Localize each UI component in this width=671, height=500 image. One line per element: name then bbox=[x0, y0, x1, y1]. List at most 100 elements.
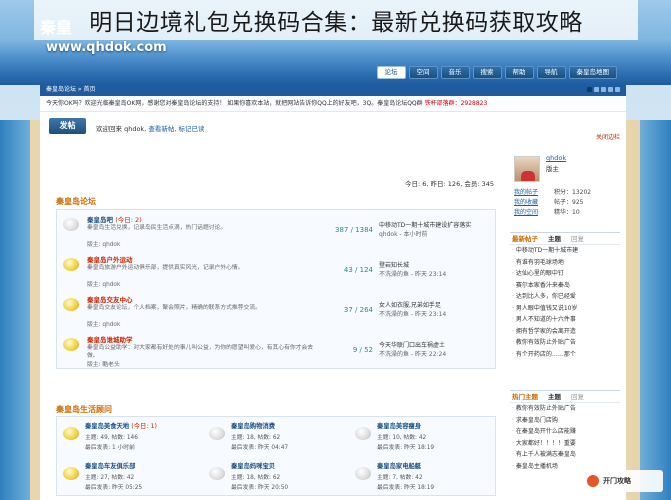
nav-item[interactable]: 音乐 bbox=[440, 66, 470, 79]
sub-forum-last: 最后发表: 昨天 20:50 bbox=[231, 485, 289, 491]
user-points: 积分：13202 bbox=[554, 189, 592, 196]
side-list-item[interactable]: 在秦皇岛开什么店能赚 bbox=[512, 426, 620, 438]
user-links: 我的帖子 我的收藏 我的空间 bbox=[514, 188, 538, 218]
site-url[interactable]: www.qhdok.com bbox=[46, 40, 167, 55]
section-title-life[interactable]: 秦皇岛生活顾问 bbox=[56, 404, 112, 415]
avatar[interactable] bbox=[514, 156, 540, 182]
sub-forum-grid: 秦皇岛美食天地 (今日: 1) 主题: 49, 帖数: 146 最后发表: 1 小时… bbox=[56, 416, 496, 496]
latest-posts-header: 最新帖子 主题 回复 bbox=[510, 233, 620, 245]
side-list-item[interactable]: 达到比人多，你已经爱 bbox=[512, 291, 620, 303]
hot-topics-header: 热门主题 主题 回复 bbox=[510, 391, 620, 403]
forum-status-icon bbox=[63, 427, 79, 440]
side-list-item[interactable]: 有谁有羽毛球场地 bbox=[512, 257, 620, 269]
forum-status-icon bbox=[209, 427, 225, 440]
sub-forum-item[interactable]: 秦皇岛家电船艇 主题: 7, 帖数: 42 最后发表: 昨天 18:19 bbox=[349, 457, 489, 497]
tab-hot-replies[interactable]: 回复 bbox=[571, 391, 584, 402]
sub-forum-last: 最后发表: 昨天 18:19 bbox=[377, 445, 435, 451]
sub-forum-topics: 主题: 27, 帖数: 42 bbox=[85, 475, 135, 481]
nav-item[interactable]: 导航 bbox=[536, 66, 566, 79]
post-button[interactable]: 发帖 bbox=[49, 118, 86, 134]
sub-forum-item[interactable]: 秦皇岛妈咪宝贝 主题: 18, 帖数: 62 最后发表: 昨天 20:50 bbox=[203, 457, 343, 497]
side-list-item[interactable]: 中移动TD一期十城市建 bbox=[512, 245, 620, 257]
nav-item[interactable]: 搜索 bbox=[472, 66, 502, 79]
side-list-item[interactable]: 赛尔本家香汁来秦岛 bbox=[512, 280, 620, 292]
nav-item[interactable]: 空间 bbox=[408, 66, 438, 79]
close-sidebar-link[interactable]: 关闭边栏 bbox=[596, 132, 620, 141]
forum-page: 今天你OK吗？欢迎光临秦皇岛OK网，感谢您对秦皇岛论坛的支持！ 如果你喜欢本站，… bbox=[40, 96, 626, 500]
side-list-item[interactable]: 求秦皇岛门店购 bbox=[512, 415, 620, 427]
forum-status-icon bbox=[63, 338, 79, 351]
sub-forum-last: 最后发表: 昨天 18:19 bbox=[377, 485, 435, 491]
sub-forum-item[interactable]: 秦皇岛美食天地 (今日: 1) 主题: 49, 帖数: 146 最后发表: 1 小时… bbox=[57, 417, 197, 457]
sub-forum-topics: 主题: 18, 帖数: 62 bbox=[231, 435, 281, 441]
sub-forum-name: 秦皇岛美食天地 (今日: 1) bbox=[85, 423, 157, 430]
forum-name[interactable]: 秦皇岛户外运动 bbox=[87, 254, 133, 264]
forum-row: 秦皇岛户外运动 秦皇岛旅游户外运动俱乐部，提供真实风光，记录户外心情。 版主: q… bbox=[57, 250, 497, 290]
user-stats: 积分：13202 帖子：925 精华：10 bbox=[554, 188, 591, 218]
section-title-forum[interactable]: 秦皇岛论坛 bbox=[56, 196, 96, 207]
forum-status-icon bbox=[63, 258, 79, 271]
my-posts-link[interactable]: 我的帖子 bbox=[514, 188, 538, 198]
user-rank: 版主 bbox=[546, 165, 559, 173]
sub-forum-item[interactable]: 秦皇岛美容瘦身 主题: 10, 帖数: 42 最后发表: 昨天 18:19 bbox=[349, 417, 489, 457]
breadcrumb-text[interactable]: 秦皇岛论坛 » 首页 bbox=[46, 84, 96, 96]
notice-text: 今天你OK吗？欢迎光临秦皇岛OK网，感谢您对秦皇岛论坛的支持！ 如果你喜欢本站，… bbox=[46, 100, 423, 107]
sub-forum-name: 秦皇岛车友俱乐部 bbox=[85, 463, 136, 470]
forum-name[interactable]: 秦皇岛吧 (今日: 2) bbox=[87, 214, 142, 224]
side-list-item[interactable]: 男人不知道的十六件事 bbox=[512, 314, 620, 326]
forum-last-post[interactable]: 今天华联门口出车祸虚土 不洗澡的鱼 - 昨天 22:24 bbox=[379, 341, 497, 359]
user-name[interactable]: qhdok bbox=[546, 154, 566, 162]
sub-forum-name: 秦皇岛购物消费 bbox=[231, 423, 276, 430]
latest-posts-box: 最新帖子 主题 回复 中移动TD一期十城市建有谁有羽毛球场地达仙心里的眼中钉赛尔… bbox=[510, 232, 620, 360]
forum-count: 37 / 264 bbox=[343, 306, 373, 314]
my-favorites-link[interactable]: 我的收藏 bbox=[514, 198, 538, 208]
sub-forum-topics: 主题: 7, 帖数: 42 bbox=[377, 475, 423, 481]
sub-forum-item[interactable]: 秦皇岛购物消费 主题: 18, 帖数: 62 最后发表: 昨天 04:47 bbox=[203, 417, 343, 457]
brand-icon bbox=[587, 475, 599, 487]
side-list-item[interactable]: 教你有效防止外贴广告 bbox=[512, 403, 620, 415]
forum-name[interactable]: 秦皇岛交友中心 bbox=[87, 294, 133, 304]
sub-forum-topics: 主题: 49, 帖数: 146 bbox=[85, 435, 138, 441]
sub-forum-name: 秦皇岛家电船艇 bbox=[377, 463, 422, 470]
main-nav: 论坛 空间 音乐 搜索 帮助 导航 秦皇岛地图 bbox=[376, 66, 617, 79]
watermark-text: 开门攻略 bbox=[603, 477, 631, 485]
forum-count: 387 / 1384 bbox=[335, 226, 373, 234]
tab-topics[interactable]: 主题 bbox=[548, 233, 561, 244]
nav-item[interactable]: 秦皇岛地图 bbox=[568, 66, 617, 79]
new-posts-link[interactable]: 查看新帖, 标记已读 bbox=[148, 125, 204, 133]
sub-forum-name: 秦皇岛美容瘦身 bbox=[377, 423, 422, 430]
forum-status-icon bbox=[63, 218, 79, 231]
forum-last-post[interactable]: 中移动TD一期十城市建设扩容落实 qhdok - 本小时前 bbox=[379, 221, 497, 239]
forum-count: 9 / 52 bbox=[352, 346, 373, 354]
side-list-item[interactable]: 拥有哲学家的会离开造 bbox=[512, 326, 620, 338]
forum-name[interactable]: 秦皇岛谁城助学 bbox=[87, 334, 133, 344]
welcome-label: 欢迎回来 bbox=[96, 125, 122, 133]
forum-row: 秦皇岛吧 (今日: 2) 秦皇岛生活兑换，记录岛民生活点滴，热门话题讨论。 版主: … bbox=[57, 210, 497, 250]
tab-hot-topics[interactable]: 主题 bbox=[548, 391, 561, 402]
side-list-item[interactable]: 达仙心里的眼中钉 bbox=[512, 268, 620, 280]
side-list-item[interactable]: 有个开药店的……那个 bbox=[512, 349, 620, 361]
forum-status-icon bbox=[63, 298, 79, 311]
forum-description: 秦皇岛生活兑换，记录岛民生活点滴，热门话题讨论。 bbox=[87, 225, 227, 231]
side-list-item[interactable]: 大家都好！！！！重要 bbox=[512, 438, 620, 450]
latest-posts-title: 最新帖子 bbox=[512, 235, 538, 243]
side-list-item[interactable]: 男人眼中值钱又说10岁 bbox=[512, 303, 620, 315]
forum-last-post[interactable]: 女人如衣服,兄弟如手足 不洗澡的鱼 - 昨天 23:14 bbox=[379, 301, 497, 319]
forum-last-post[interactable]: 登岩知长城 不洗澡的鱼 - 昨天 23:14 bbox=[379, 261, 497, 279]
sub-forum-topics: 主题: 10, 帖数: 42 bbox=[377, 435, 427, 441]
side-list-item[interactable]: 有上千人被满志秦皇岛 bbox=[512, 449, 620, 461]
forum-row: 秦皇岛交友中心 秦皇岛交友论坛，个人档案，聚会照片，精确的联系方式推荐交流。 版主… bbox=[57, 290, 497, 330]
forum-status-icon bbox=[355, 427, 371, 440]
sub-forum-name: 秦皇岛妈咪宝贝 bbox=[231, 463, 276, 470]
tab-replies[interactable]: 回复 bbox=[571, 233, 584, 244]
nav-item[interactable]: 帮助 bbox=[504, 66, 534, 79]
sub-forum-item[interactable]: 秦皇岛车友俱乐部 主题: 27, 帖数: 42 最后发表: 昨天 05:25 bbox=[57, 457, 197, 497]
article-title: 明日边境礼包兑换码合集：最新兑换码获取攻略 bbox=[89, 10, 583, 36]
style-switcher[interactable] bbox=[587, 87, 620, 92]
side-list-item[interactable]: 教你有效防止外贴广告 bbox=[512, 337, 620, 349]
forum-description: 秦皇岛旅游户外运动俱乐部，提供真实风光，记录户外心情。 bbox=[87, 265, 244, 271]
forum-description: 秦皇岛交友论坛，个人档案，聚会照片，精确的联系方式推荐交流。 bbox=[87, 305, 261, 311]
notice-highlight[interactable]: 铁杆部落群：2928823 bbox=[425, 100, 488, 107]
nav-item[interactable]: 论坛 bbox=[376, 66, 406, 79]
my-space-link[interactable]: 我的空间 bbox=[514, 208, 538, 218]
